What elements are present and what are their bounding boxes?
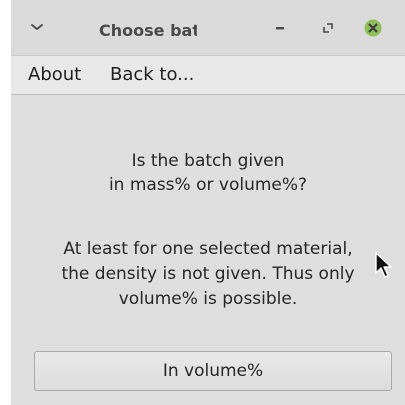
- menu-bar: About Back to...: [11, 55, 405, 95]
- note-line: volume% is possible.: [118, 289, 298, 309]
- question-line: Is the batch given: [131, 151, 285, 171]
- window-title: Choose batch: [99, 21, 209, 40]
- title-bar[interactable]: Choose batch: [11, 0, 405, 55]
- question-text: Is the batch given in mass% or volume%?: [11, 149, 405, 197]
- question-line: in mass% or volume%?: [108, 175, 308, 195]
- mouse-pointer-icon: [374, 251, 394, 279]
- in-volume-button[interactable]: In volume%: [34, 351, 392, 391]
- dialog-content: Is the batch given in mass% or volume%? …: [11, 96, 405, 405]
- note-line: At least for one selected material,: [63, 239, 353, 259]
- density-note: At least for one selected material, the …: [11, 237, 405, 312]
- chevron-down-icon[interactable]: [29, 20, 45, 34]
- note-line: the density is not given. Thus only: [61, 264, 355, 284]
- minimize-icon[interactable]: [271, 19, 289, 37]
- menu-item-about[interactable]: About: [28, 64, 81, 86]
- dialog-window: Choose batch About Back to... Is the bat…: [11, 0, 405, 405]
- title-clip: [197, 18, 209, 42]
- maximize-icon[interactable]: [319, 19, 337, 37]
- menu-item-back-to[interactable]: Back to...: [110, 64, 194, 86]
- close-icon[interactable]: [364, 19, 382, 37]
